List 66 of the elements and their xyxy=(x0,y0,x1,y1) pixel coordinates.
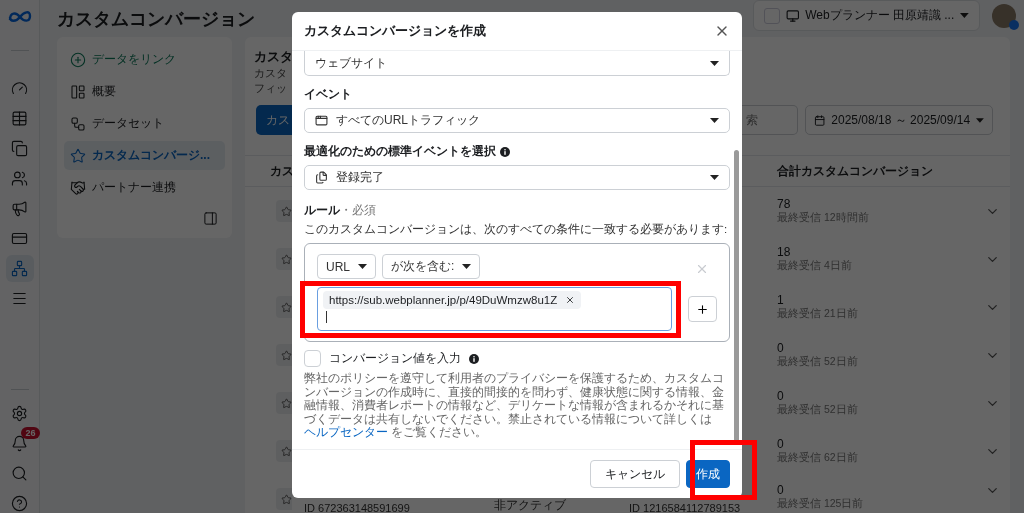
policy-text: 弊社のポリシーを遵守して利用者のプライバシーを保護するため、カスタムコンバージョンの作成時に、直接的間接的を問わず、健康状態に関する情報、金融情報、消費者レポートの情報など、デリケートな情報が含まれるかそれに基づくデータは共有しないでください。禁止されている情報について詳しくは ヘルプセンター をご覧ください。 xyxy=(304,372,725,440)
field-label: イベント xyxy=(304,86,353,103)
collapse-icon[interactable] xyxy=(203,211,218,226)
caret-icon xyxy=(710,60,719,66)
close-icon[interactable] xyxy=(565,295,576,305)
rule-description: このカスタムコンバージョンは、次のすべての条件に一致する必要があります: xyxy=(304,222,729,237)
conversion-count: 0 xyxy=(777,389,785,403)
avatar[interactable] xyxy=(992,3,1016,28)
section-title: カスタ xyxy=(254,49,292,66)
info-icon xyxy=(500,146,510,157)
section-description: カスタ xyxy=(254,66,288,81)
table-cell-text: ID 672363148591699 xyxy=(304,502,411,513)
highlight-frame xyxy=(690,440,757,500)
field-label: 最適化のための標準イベントを選択 xyxy=(304,143,730,160)
infinity-logo-icon xyxy=(7,10,32,24)
conversion-count: 0 xyxy=(777,341,785,355)
calendar-icon xyxy=(814,113,826,127)
account-selector[interactable]: Webプランナー 田原靖識 ... xyxy=(753,0,980,31)
caret-icon xyxy=(358,264,367,269)
plus-icon xyxy=(696,302,710,316)
standard-event-select[interactable]: 登録完了 xyxy=(304,165,730,190)
checkbox[interactable] xyxy=(304,350,321,367)
documents-icon xyxy=(315,171,328,184)
caret-icon xyxy=(960,13,969,18)
help-center-link[interactable]: ヘルプセンター xyxy=(304,426,388,438)
event-select[interactable]: すべてのURLトラフィック xyxy=(304,108,730,133)
handshake-icon xyxy=(70,179,86,196)
status-text: 非アクティブ xyxy=(494,499,567,512)
url-chip[interactable]: https://sub.webplanner.jp/p/49DuWmzw8u1Z xyxy=(323,291,582,309)
caret-icon xyxy=(710,118,719,123)
plus-circle-icon xyxy=(70,51,86,68)
checkbox-label: コンバージョン値を入力 xyxy=(329,350,461,367)
dialog-title: カスタムコンバージョンを作成 xyxy=(304,22,486,40)
page-title: カスタムコンバージョン xyxy=(57,7,255,31)
operator-select[interactable]: が次を含む: xyxy=(382,254,481,279)
layout-icon xyxy=(70,83,86,100)
remove-icon[interactable] xyxy=(695,262,709,276)
bell-icon[interactable] xyxy=(11,435,28,452)
conversion-count: 78 xyxy=(777,197,792,211)
caret-icon xyxy=(710,175,719,180)
dataset-icon xyxy=(70,115,86,132)
conversion-count: 0 xyxy=(777,483,785,497)
nav-item[interactable]: データセット xyxy=(64,109,225,138)
nav-item[interactable]: 概要 xyxy=(64,77,225,106)
conversion-count: 18 xyxy=(777,245,792,259)
notification-badge: 26 xyxy=(21,427,40,439)
star-icon xyxy=(70,147,86,164)
field-select[interactable]: URL xyxy=(317,254,376,279)
cancel-button[interactable]: キャンセル xyxy=(590,460,680,488)
network-icon[interactable] xyxy=(5,255,34,282)
rule-label: ルール・必須 xyxy=(304,202,377,219)
source-select[interactable]: ウェブサイト xyxy=(304,51,730,76)
url-input-field[interactable]: https://sub.webplanner.jp/p/49DuWmzw8u1Z xyxy=(317,287,673,331)
conversion-count: 0 xyxy=(777,437,785,451)
table-cell: ID 1216584112789153 xyxy=(629,502,741,513)
monitor-icon xyxy=(785,8,800,23)
scrollbar[interactable] xyxy=(734,150,739,442)
nav-item[interactable]: パートナー連携 xyxy=(64,173,225,202)
add-button[interactable] xyxy=(688,296,717,322)
column-header: 合計カスタムコンバージョン xyxy=(742,155,1010,187)
caret-icon xyxy=(976,117,984,123)
conversion-count: 1 xyxy=(777,293,785,307)
info-icon xyxy=(469,353,479,364)
window-icon xyxy=(315,114,328,127)
date-range-button[interactable]: 2025/08/18 ～ 2025/09/14 xyxy=(805,105,993,135)
caret-icon xyxy=(462,264,472,269)
